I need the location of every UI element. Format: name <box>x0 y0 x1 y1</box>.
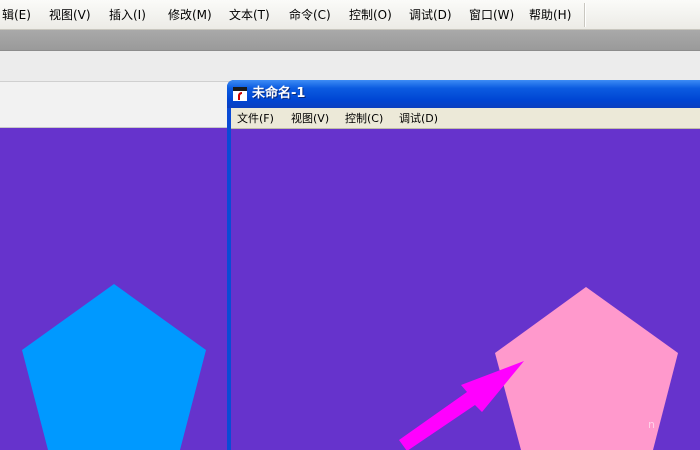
menu-view[interactable]: 视图(V) <box>49 6 91 24</box>
menu-window[interactable]: 窗口(W) <box>469 6 514 24</box>
pentagon-shape-blue[interactable] <box>22 284 206 450</box>
player-window-title: 未命名-1 <box>252 86 306 101</box>
menu-text[interactable]: 文本(T) <box>229 6 270 24</box>
main-menubar: 辑(E) 视图(V) 插入(I) 修改(M) 文本(T) 命令(C) 控制(O)… <box>0 0 700 30</box>
stage-canvas <box>22 284 206 450</box>
player-menu-file[interactable]: 文件(F) <box>237 110 274 127</box>
menu-insert[interactable]: 插入(I) <box>109 6 146 24</box>
watermark-text: n <box>648 418 655 431</box>
menu-modify[interactable]: 修改(M) <box>168 6 212 24</box>
flash-player-icon <box>233 87 247 101</box>
player-menubar: 文件(F) 视图(V) 控制(C) 调试(D) <box>231 108 700 129</box>
player-window: 未命名-1 文件(F) 视图(V) 控制(C) 调试(D) <box>227 80 700 450</box>
authoring-stage[interactable] <box>0 128 228 450</box>
timeline-strip <box>0 82 228 128</box>
annotation-arrow-icon <box>399 361 524 450</box>
menu-edit[interactable]: 辑(E) <box>2 6 31 24</box>
menu-help[interactable]: 帮助(H) <box>529 6 571 24</box>
edit-bar <box>0 51 700 82</box>
menu-control[interactable]: 控制(O) <box>349 6 392 24</box>
menubar-separator <box>584 3 586 27</box>
player-canvas <box>399 287 678 450</box>
menu-commands[interactable]: 命令(C) <box>289 6 331 24</box>
player-titlebar[interactable]: 未命名-1 <box>227 80 700 108</box>
player-menu-view[interactable]: 视图(V) <box>291 110 329 127</box>
player-menu-debug[interactable]: 调试(D) <box>399 110 438 127</box>
player-menu-control[interactable]: 控制(C) <box>345 110 383 127</box>
menu-debug[interactable]: 调试(D) <box>409 6 452 24</box>
document-tab-bar <box>0 30 700 51</box>
player-stage <box>231 129 700 450</box>
